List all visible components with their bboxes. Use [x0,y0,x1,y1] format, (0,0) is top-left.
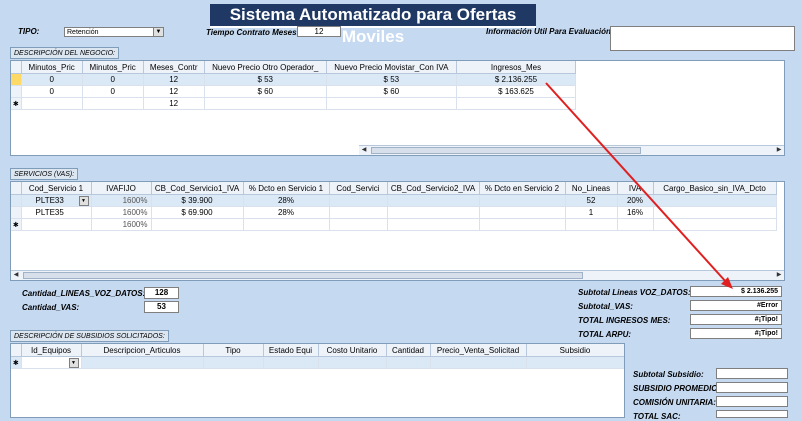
annotation-arrow-icon [545,82,733,289]
